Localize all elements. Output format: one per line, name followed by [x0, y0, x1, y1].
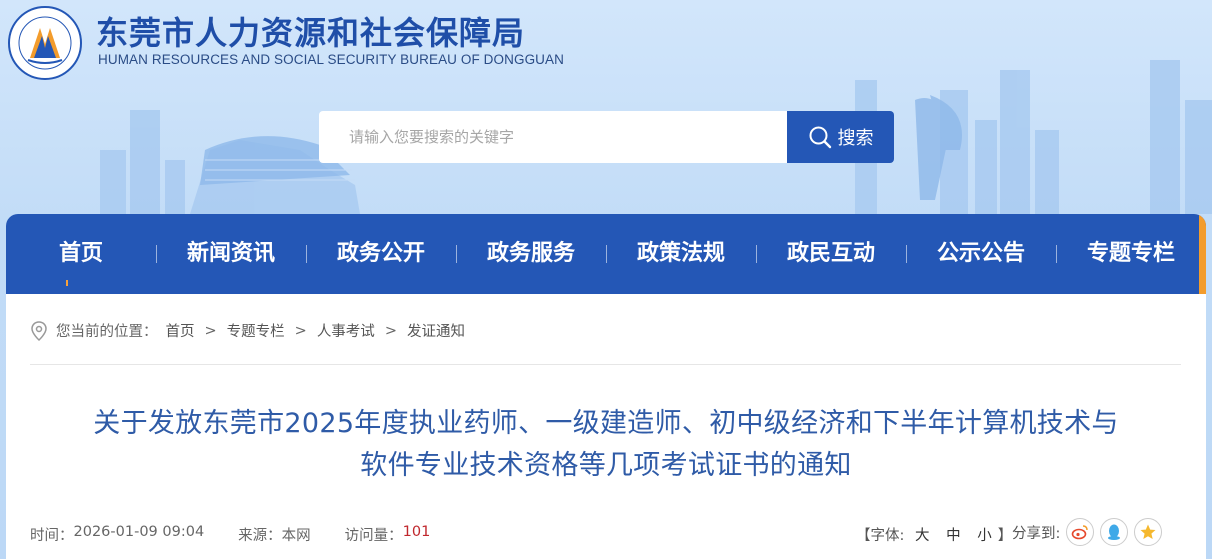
- nav-item-announcements[interactable]: 公示公告: [906, 214, 1056, 294]
- font-size-large[interactable]: 大: [915, 528, 930, 544]
- breadcrumb-special-topics[interactable]: 专题专栏: [227, 320, 285, 341]
- share-label: 分享到:: [1012, 525, 1061, 542]
- article-title-line-2: 软件专业技术资格等几项考试证书的通知: [360, 450, 852, 481]
- breadcrumb-personnel-exam[interactable]: 人事考试: [317, 320, 375, 341]
- nav-active-marker: [66, 280, 68, 286]
- nav-item-government-services[interactable]: 政务服务: [456, 214, 606, 294]
- font-size-control: 【字体: 大 中 小】: [856, 524, 1012, 545]
- nav-item-special-topics[interactable]: 专题专栏: [1056, 214, 1206, 294]
- article-panel: 您当前的位置： 首页 > 专题专栏 > 人事考试 > 发证通知 关于发放东莞市2…: [6, 294, 1206, 559]
- nav-edge-accent: [1199, 214, 1206, 294]
- site-title-english: HUMAN RESOURCES AND SOCIAL SECURITY BURE…: [98, 52, 564, 67]
- share-bar: 分享到:: [1012, 518, 1163, 546]
- breadcrumb-divider: [30, 364, 1181, 365]
- source-value: 本网: [281, 528, 311, 544]
- nav-item-interaction[interactable]: 政民互动: [756, 214, 906, 294]
- font-size-small[interactable]: 小: [977, 528, 992, 544]
- article-title-line-1: 关于发放东莞市2025年度执业药师、一级建造师、初中级经济和下半年计算机技术与: [93, 408, 1119, 439]
- search-button[interactable]: 搜索: [787, 111, 894, 163]
- source-label: 来源：: [238, 528, 282, 544]
- breadcrumb-home[interactable]: 首页: [166, 320, 195, 341]
- share-qzone-button[interactable]: [1134, 518, 1163, 546]
- search-input[interactable]: [319, 111, 788, 163]
- location-pin-icon: [31, 320, 47, 341]
- article-title: 关于发放东莞市2025年度执业药师、一级建造师、初中级经济和下半年计算机技术与 …: [26, 403, 1186, 487]
- views-count: 101: [402, 524, 431, 540]
- breadcrumb-separator: >: [204, 322, 217, 339]
- main-nav: 首页 新闻资讯 政务公开 政务服务 政策法规 政民互动 公示公告 专题专栏: [6, 214, 1206, 294]
- views-label: 访问量：: [344, 528, 403, 544]
- nav-item-policies[interactable]: 政策法规: [606, 214, 756, 294]
- breadcrumb-certificate-notice[interactable]: 发证通知: [407, 320, 465, 341]
- publish-time: 2026-01-09 09:04: [73, 524, 205, 540]
- nav-item-news[interactable]: 新闻资讯: [156, 214, 306, 294]
- font-size-label: 字体:: [870, 528, 905, 544]
- qq-icon: [1108, 524, 1121, 540]
- qzone-icon: [1140, 524, 1156, 539]
- breadcrumb-separator: >: [294, 322, 307, 339]
- weibo-icon: [1072, 525, 1089, 540]
- article-meta: 时间： 2026-01-09 09:04 来源： 本网 访问量： 101: [30, 524, 430, 545]
- font-control-close-bracket: 】: [997, 528, 1013, 544]
- site-header: 东莞市人力资源和社会保障局 HUMAN RESOURCES AND SOCIAL…: [0, 0, 1212, 214]
- share-weibo-button[interactable]: [1066, 518, 1095, 546]
- font-control-open-bracket: 【: [856, 528, 871, 544]
- nav-item-government-affairs[interactable]: 政务公开: [306, 214, 456, 294]
- search-icon: [809, 126, 831, 149]
- breadcrumb-separator: >: [384, 322, 397, 339]
- site-title: 东莞市人力资源和社会保障局: [96, 14, 526, 52]
- nav-item-home[interactable]: 首页: [6, 214, 156, 294]
- bureau-logo[interactable]: [8, 6, 82, 80]
- search-button-label: 搜索: [837, 128, 874, 149]
- share-qq-button[interactable]: [1100, 518, 1129, 546]
- breadcrumb-prefix: 您当前的位置：: [56, 324, 158, 340]
- time-label: 时间：: [30, 528, 74, 544]
- font-size-medium[interactable]: 中: [946, 528, 961, 544]
- breadcrumb: 您当前的位置： 首页 > 专题专栏 > 人事考试 > 发证通知: [30, 320, 465, 341]
